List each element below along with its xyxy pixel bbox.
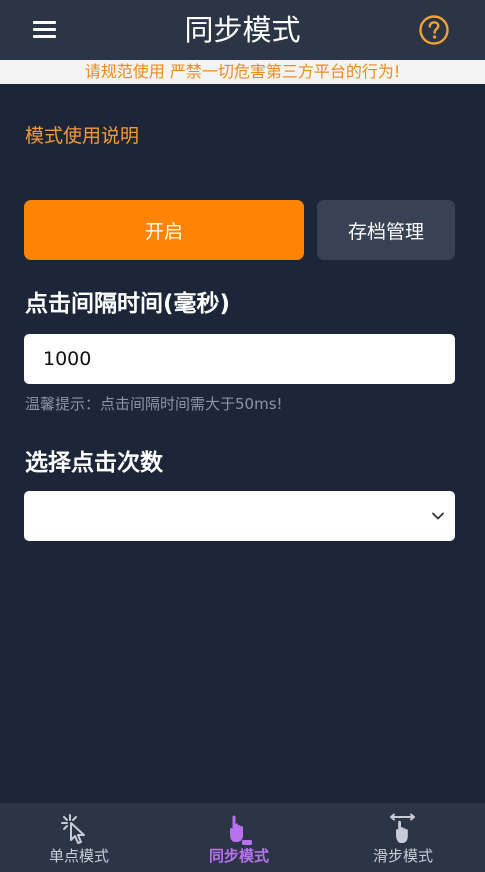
tap-sparkle-icon — [61, 814, 85, 844]
interval-hint: 温馨提示：点击间隔时间需大于50ms! — [25, 395, 283, 413]
click-count-select[interactable] — [24, 491, 455, 541]
app-header: 同步模式 — [0, 0, 485, 60]
nav-label-sync-mode: 同步模式 — [208, 847, 269, 865]
mode-instructions-link[interactable]: 模式使用说明 — [25, 123, 139, 149]
chevron-down-icon — [432, 512, 444, 520]
click-count-label: 选择点击次数 — [25, 450, 163, 476]
bottom-navigation: 单点模式 同步模式 滑步模式 — [0, 803, 485, 872]
page-title: 同步模式 — [184, 13, 301, 47]
swipe-hand-icon — [390, 813, 415, 843]
nav-label-swipe-mode: 滑步模式 — [372, 847, 433, 865]
start-button[interactable]: 开启 — [24, 200, 304, 260]
archive-management-button[interactable]: 存档管理 — [317, 200, 455, 260]
question-circle-icon[interactable] — [418, 14, 450, 46]
nav-item-sync-mode[interactable]: 同步模式 — [158, 803, 320, 872]
nav-item-single-point[interactable]: 单点模式 — [0, 803, 162, 872]
interval-input[interactable] — [24, 334, 455, 384]
finger-tap-icon — [230, 815, 252, 845]
nav-label-single-point: 单点模式 — [48, 847, 109, 865]
interval-label: 点击间隔时间(毫秒) — [25, 291, 231, 317]
warning-banner: 请规范使用 严禁一切危害第三方平台的行为! — [0, 60, 485, 84]
nav-item-swipe-mode[interactable]: 滑步模式 — [322, 803, 484, 872]
